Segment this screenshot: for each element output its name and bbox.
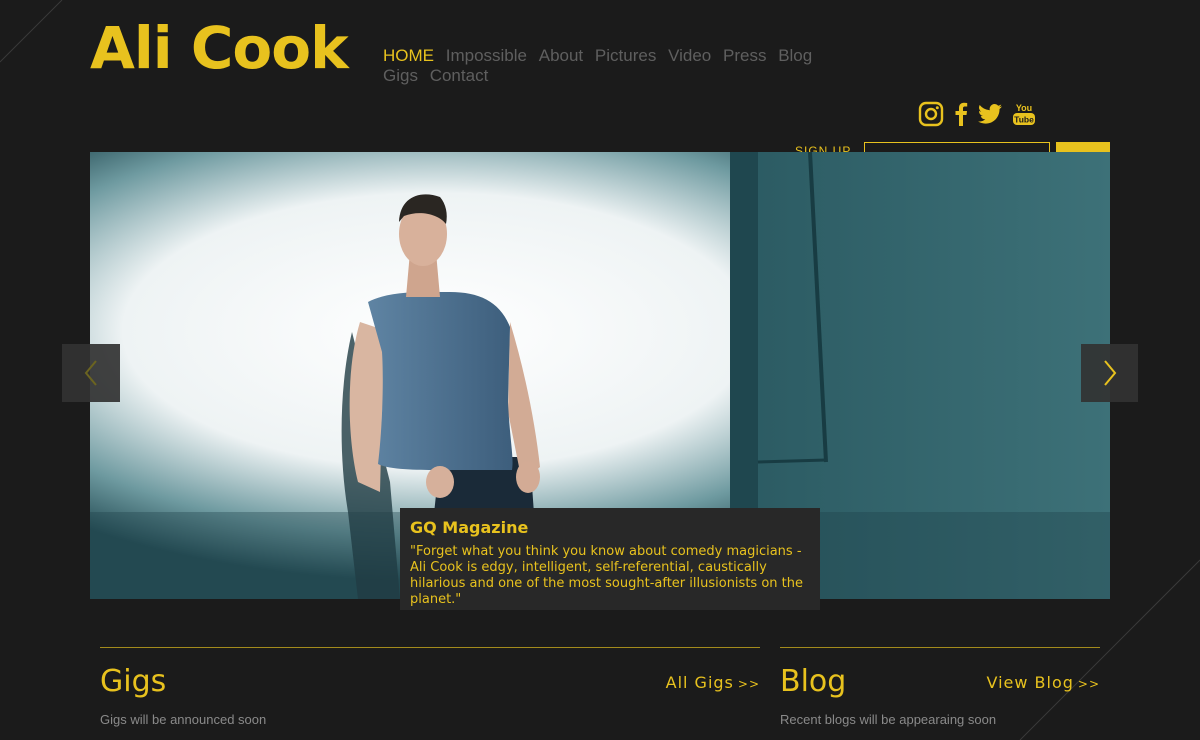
caption-title: GQ Magazine [410,518,529,537]
instagram-icon[interactable] [918,100,944,128]
blog-section: Blog View Blog >> Recent blogs will be ap… [780,647,1100,727]
chevron-left-icon [84,360,97,386]
caption-quote: "Forget what you think you know about co… [410,544,803,607]
signup-button[interactable] [1056,142,1110,152]
chevron-right-icon [1103,360,1116,386]
gigs-heading: Gigs [100,664,167,699]
social-links: You Tube [918,100,1036,128]
nav-item-blog[interactable]: Blog [778,46,812,66]
svg-text:Tube: Tube [1014,115,1034,125]
view-blog-link-label: View Blog [986,673,1074,692]
all-gigs-link-chevron: >> [737,677,760,691]
nav-item-pictures[interactable]: Pictures [595,46,656,66]
all-gigs-link-label: All Gigs [665,673,734,692]
slider-next-button[interactable] [1081,344,1138,402]
youtube-icon[interactable]: You Tube [1012,100,1036,128]
facebook-icon[interactable] [954,100,968,128]
nav-item-contact[interactable]: Contact [430,66,489,86]
svg-text:You: You [1016,103,1032,113]
nav-item-video[interactable]: Video [668,46,711,66]
nav-item-about[interactable]: About [539,46,583,66]
gigs-section: Gigs All Gigs >> Gigs will be announced s… [100,647,760,727]
nav-item-home[interactable]: HOME [383,46,434,66]
blog-heading: Blog [780,664,847,699]
site-logo[interactable]: Ali Cook [90,12,349,84]
slider-prev-button[interactable] [62,344,120,402]
view-blog-link[interactable]: View Blog >> [986,673,1100,692]
nav-item-press[interactable]: Press [723,46,766,66]
slide-caption: GQ Magazine "Forget what you think you k… [400,508,820,610]
view-blog-link-chevron: >> [1077,677,1100,691]
nav-item-impossible[interactable]: Impossible [446,46,527,66]
nav-item-gigs[interactable]: Gigs [383,66,418,86]
gigs-note: Gigs will be announced soon [100,712,267,727]
blog-note: Recent blogs will be appearaing soon [780,712,997,727]
main-nav: HOME Impossible About Pictures Video Pre… [383,46,843,86]
twitter-icon[interactable] [978,100,1002,128]
all-gigs-link[interactable]: All Gigs >> [666,673,760,692]
